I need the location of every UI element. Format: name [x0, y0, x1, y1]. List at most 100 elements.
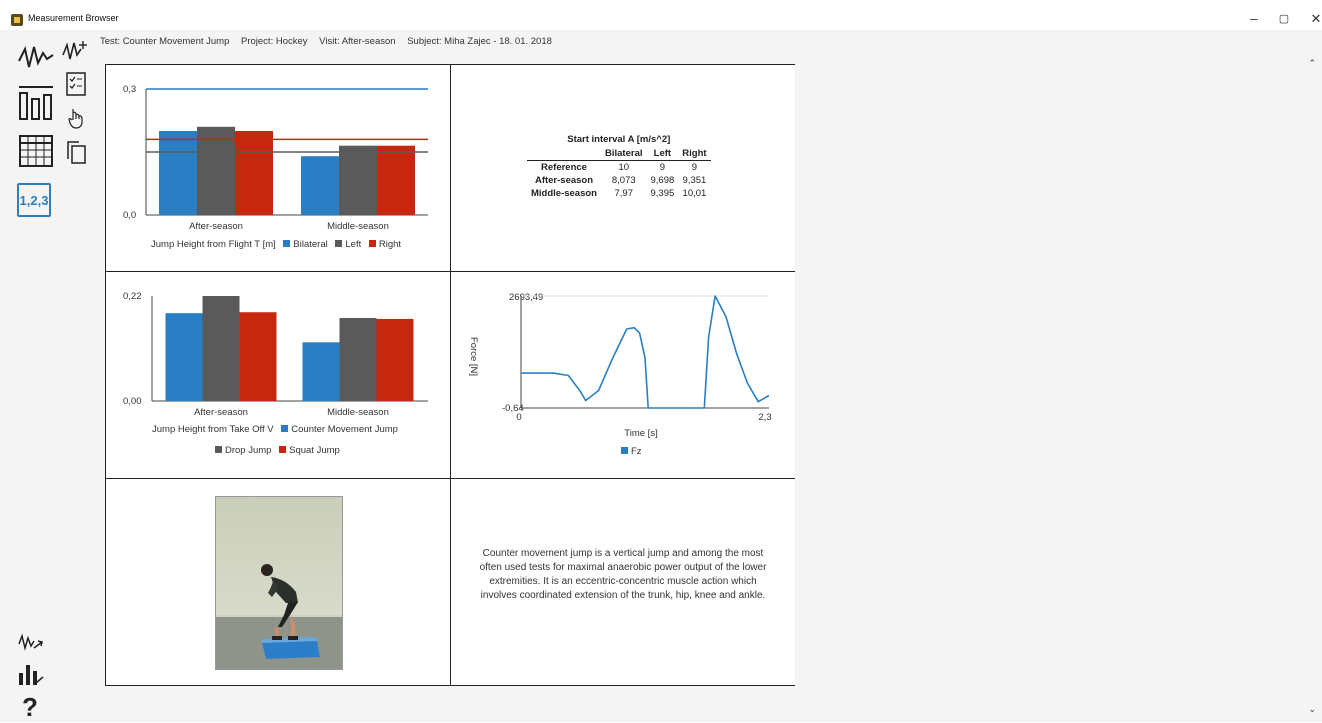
force-chart-panel: 2693,49 -0,64 0 2,3 Time [s] Force [N] F…	[451, 272, 795, 479]
app-icon	[11, 14, 23, 26]
panel-grid: 0,3 0,0 After-season Middle-season Jump …	[105, 64, 795, 686]
cell-value: 9,698	[650, 175, 675, 186]
bar-right	[377, 145, 415, 215]
help-icon: ?	[22, 691, 38, 722]
bar-drop-jump	[339, 317, 377, 401]
bar-right	[235, 131, 273, 215]
row-label: After-season	[534, 175, 594, 186]
flight-chart-panel: 0,3 0,0 After-season Middle-season Jump …	[106, 65, 451, 272]
window-title: Measurement Browser	[28, 13, 119, 23]
takeoff-chart-panel: 0,22 0,00 After-season Middle-season Jum…	[106, 272, 451, 479]
jump-photo	[215, 496, 343, 670]
waveform-icon	[18, 46, 54, 68]
chart-arrow-button[interactable]	[16, 660, 46, 688]
bar-bilateral	[159, 131, 197, 215]
legend-swatch	[279, 446, 287, 453]
table-grid-button[interactable]	[16, 132, 56, 170]
takeoff-y-top-label: 0,22	[123, 291, 142, 302]
title-bar: Measurement Browser – ▢ ✕	[0, 0, 1322, 30]
legend-item: Fz	[631, 446, 642, 457]
numbers-button[interactable]: 1,2,3	[17, 183, 51, 217]
signal-arrow-icon	[18, 633, 43, 651]
legend-item: Right	[378, 239, 402, 250]
cell-value: 10	[618, 162, 630, 173]
bar-squat-jump	[239, 312, 277, 401]
bar-counter-movement-jump	[302, 342, 340, 401]
help-button[interactable]: ?	[18, 692, 42, 722]
photo-panel	[106, 479, 451, 685]
scroll-down-arrow[interactable]: ⌄	[1308, 704, 1316, 715]
takeoff-legend-row2: Drop Jump Squat Jump	[210, 445, 340, 456]
cell-value: 8,073	[611, 175, 636, 186]
checklist-button[interactable]	[62, 70, 90, 98]
legend-item: Squat Jump	[289, 445, 340, 456]
flight-cat-label: After-season	[189, 221, 243, 232]
takeoff-legend-title: Jump Height from Take Off V	[152, 424, 274, 435]
bar-columns-button[interactable]	[16, 82, 56, 122]
legend-swatch	[621, 447, 628, 454]
athlete-photo-image	[216, 497, 342, 669]
takeoff-y-bottom-label: 0,00	[123, 396, 142, 407]
info-project: Project: Hockey	[241, 36, 308, 47]
restore-button[interactable]: ▢	[1274, 10, 1294, 28]
legend-item: Left	[345, 239, 362, 250]
close-button[interactable]: ✕	[1306, 10, 1322, 28]
scroll-up-arrow[interactable]: ⌃	[1308, 58, 1316, 69]
stats-table: Start interval A [m/s^2] Bilateral Left …	[527, 133, 711, 200]
checklist-icon	[66, 72, 86, 96]
legend-swatch	[335, 240, 343, 247]
bar-columns-icon	[19, 86, 53, 120]
table-row: Middle-season 7,97 9,395 10,01	[527, 187, 711, 200]
table-row: After-season 8,073 9,698 9,351	[527, 174, 711, 187]
force-y-top-label: 2693,49	[509, 292, 543, 303]
legend-swatch	[281, 425, 289, 432]
flight-y-bottom-label: 0,0	[123, 210, 136, 221]
hand-pointer-button[interactable]	[62, 104, 90, 132]
flight-cat-label: Middle-season	[327, 221, 389, 232]
takeoff-legend: Jump Height from Take Off V Counter Move…	[152, 424, 398, 435]
hand-pointer-icon	[68, 109, 83, 129]
force-legend: Fz	[616, 446, 642, 457]
stats-header: Left	[653, 148, 672, 159]
takeoff-cat-label: After-season	[194, 407, 248, 418]
bar-bilateral	[301, 156, 339, 215]
legend-swatch	[283, 240, 291, 247]
series-fz-line	[521, 295, 770, 409]
stats-header: Bilateral	[605, 148, 643, 159]
flight-legend: Jump Height from Flight T [m] Bilateral …	[151, 239, 401, 250]
table-grid-icon	[19, 135, 53, 167]
legend-swatch	[215, 446, 222, 453]
cell-value: 7,97	[614, 188, 634, 199]
minimize-button[interactable]: –	[1244, 10, 1264, 28]
add-waveform-button[interactable]	[60, 36, 92, 64]
test-description: Counter movement jump is a vertical jump…	[479, 548, 767, 601]
force-x-right-label: 2,3	[758, 412, 771, 423]
left-toolbar: 1,2,3 ?	[8, 30, 100, 722]
cell-value: 10,01	[682, 188, 707, 199]
stats-header: Right	[682, 148, 707, 159]
copy-icon	[67, 141, 86, 164]
row-label: Middle-season	[531, 188, 597, 199]
signal-arrow-button[interactable]	[16, 628, 46, 654]
waveform-button[interactable]	[16, 38, 56, 74]
chart-arrow-icon	[19, 665, 44, 685]
copy-button[interactable]	[62, 138, 90, 166]
takeoff-cat-label: Middle-season	[327, 407, 389, 418]
cell-value: 9	[659, 162, 666, 173]
bar-drop-jump	[202, 296, 240, 401]
info-visit: Visit: After-season	[319, 36, 396, 47]
cell-value: 9,395	[650, 188, 675, 199]
measurement-info: Test: Counter Movement Jump Project: Hoc…	[100, 36, 561, 47]
force-x-left-label: 0	[516, 412, 521, 423]
stats-title: Start interval A [m/s^2]	[567, 134, 671, 145]
info-test: Test: Counter Movement Jump	[100, 36, 230, 47]
legend-item: Bilateral	[293, 239, 328, 250]
stats-header	[527, 147, 601, 161]
cell-value: 9,351	[682, 175, 707, 186]
add-waveform-icon	[62, 41, 87, 60]
flight-legend-title: Jump Height from Flight T [m]	[151, 239, 276, 250]
legend-swatch	[368, 240, 376, 247]
cell-value: 9	[691, 162, 698, 173]
legend-item: Drop Jump	[225, 445, 272, 456]
bar-left	[339, 145, 377, 215]
